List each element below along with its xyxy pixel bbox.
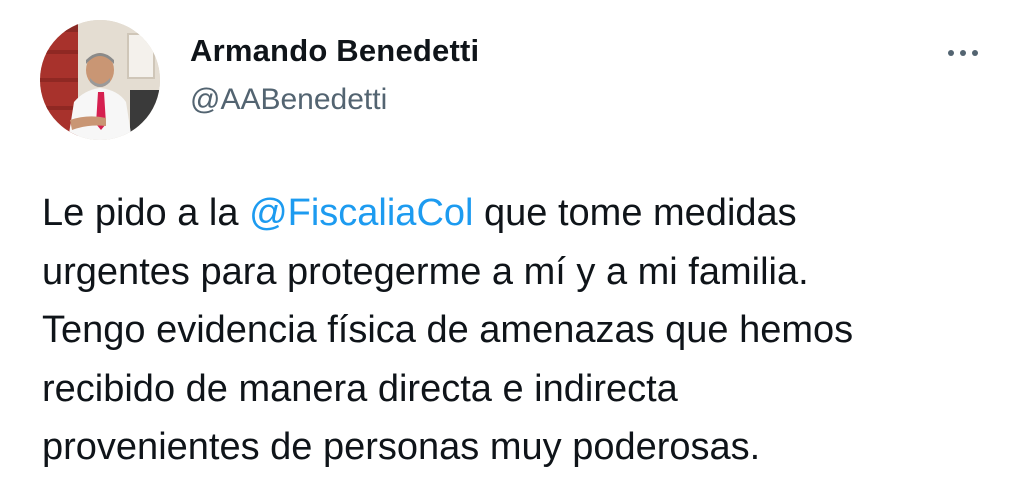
mention-link[interactable]: @FiscaliaCol (249, 192, 473, 234)
avatar-photo (40, 20, 160, 140)
more-horizontal-icon-dot (972, 50, 978, 56)
author-handle[interactable]: @AABenedetti (190, 83, 387, 117)
tweet-text-segment: que tome medidas (473, 192, 797, 234)
tweet-line-3: Tengo evidencia física de amenazas que h… (42, 309, 854, 351)
tweet-line-1: Le pido a la @FiscaliaCol que tome medid… (42, 184, 1002, 243)
more-horizontal-icon (948, 50, 954, 56)
tweet-line-2: urgentes para protegerme a mí y a mi fam… (42, 250, 809, 293)
tweet-text: Le pido a la @FiscaliaCol que tome medid… (42, 184, 1002, 477)
more-options-button[interactable] (938, 36, 988, 70)
tweet-text-segment: Le pido a la (42, 192, 250, 234)
author-avatar[interactable] (40, 20, 160, 140)
author-display-name[interactable]: Armando Benedetti (190, 33, 479, 69)
tweet-line-5: provenientes de personas muy poderosas. (42, 426, 761, 468)
tweet-line-4: recibido de manera directa e indirecta (42, 367, 678, 410)
more-horizontal-icon-dot (960, 50, 966, 56)
